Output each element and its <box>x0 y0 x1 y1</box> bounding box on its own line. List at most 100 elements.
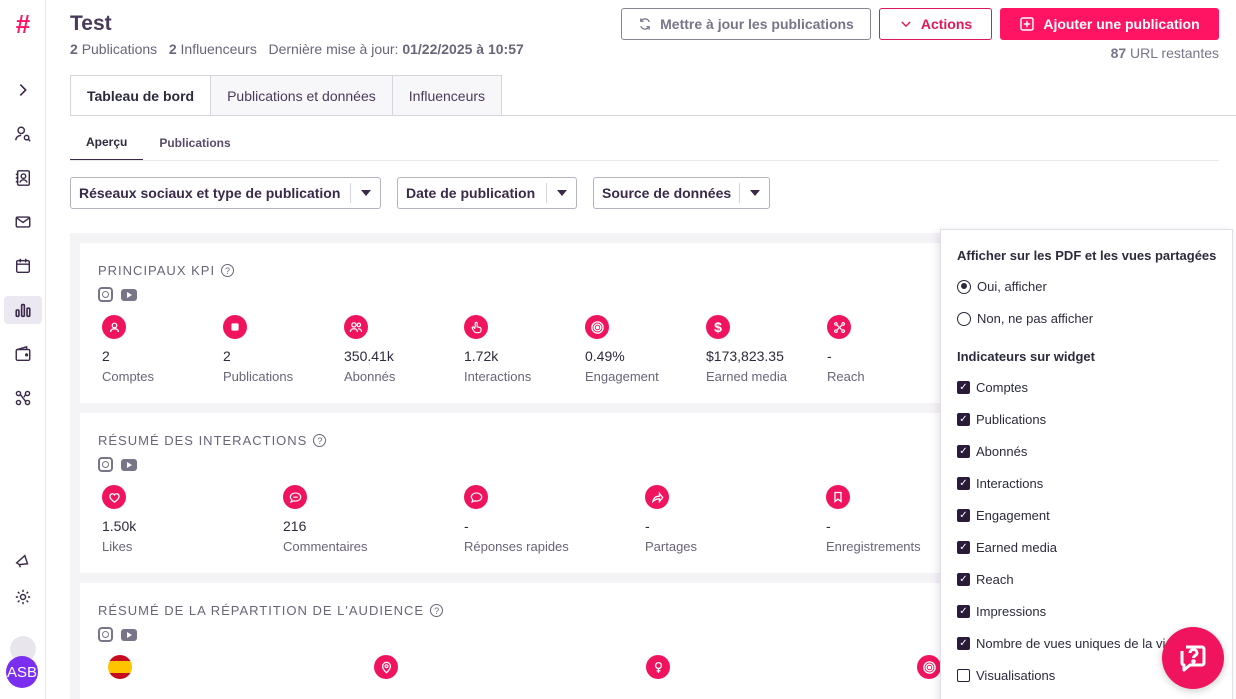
social-icons <box>98 457 137 472</box>
indicator-label: Abonnés <box>976 444 1028 459</box>
reach-icon <box>827 315 851 339</box>
indicator-visualisations[interactable]: Visualisations <box>957 668 1055 683</box>
user-search-icon[interactable] <box>9 120 37 148</box>
help-icon[interactable]: ? <box>313 434 327 447</box>
subtab-overview[interactable]: Aperçu <box>70 124 144 161</box>
quick-reply-icon <box>464 485 488 509</box>
checkbox-checked-icon[interactable]: ✓ <box>957 541 970 554</box>
refresh-icon <box>640 18 650 30</box>
radio-unselected-icon[interactable] <box>957 311 971 326</box>
indicator-engagement[interactable]: ✓ Engagement <box>957 508 1050 523</box>
expand-icon[interactable] <box>9 76 37 104</box>
tab-publications-data[interactable]: Publications et données <box>211 75 393 116</box>
metric-label: Comptes <box>102 369 155 384</box>
interactions-card: RÉSUMÉ DES INTERACTIONS ? 1.50k Likes 21… <box>80 413 940 573</box>
indicator-comptes[interactable]: ✓ Comptes <box>957 380 1028 395</box>
square-icon <box>223 315 247 339</box>
metric-label: Publications <box>223 369 294 384</box>
calendar-icon[interactable] <box>9 252 37 280</box>
social-icons <box>98 287 137 302</box>
avatar[interactable]: ASB <box>6 656 38 688</box>
dashboard-area: PRINCIPAUX KPI ? 2 Comptes 2 Publication… <box>70 233 950 699</box>
users-icon <box>344 315 368 339</box>
add-button-label: Ajouter une publication <box>1043 16 1200 32</box>
sub-tabs: Aperçu Publications <box>70 124 247 161</box>
metric-engagement: 0.49% Engagement <box>585 315 705 384</box>
filter-publication-date[interactable]: Date de publication <box>397 177 577 209</box>
interactions-card-title: RÉSUMÉ DES INTERACTIONS ? <box>98 433 327 448</box>
filter-social-networks[interactable]: Réseaux sociaux et type de publication <box>70 177 381 209</box>
tab-influencers[interactable]: Influenceurs <box>392 75 503 116</box>
subtabs-divider <box>70 160 1219 161</box>
metric-label: Enregistrements <box>826 539 921 554</box>
indicator-earned-media[interactable]: ✓ Earned media <box>957 540 1057 555</box>
metric-value: 0.49% <box>585 348 625 364</box>
checkbox-unchecked-icon[interactable] <box>957 669 970 682</box>
checkbox-checked-icon[interactable]: ✓ <box>957 413 970 426</box>
checkbox-checked-icon[interactable]: ✓ <box>957 509 970 522</box>
actions-button-label: Actions <box>920 16 973 32</box>
brand-logo[interactable]: # <box>9 10 37 38</box>
checkbox-checked-icon[interactable]: ✓ <box>957 573 970 586</box>
page-meta: 2 Publications 2 Influenceurs Dernière m… <box>70 41 524 57</box>
help-icon[interactable]: ? <box>221 264 235 277</box>
indicator-unique-views[interactable]: ✓ Nombre de vues uniques de la vi <box>957 636 1165 651</box>
main-tabs: Tableau de bord Publications et données … <box>70 75 503 116</box>
indicator-publications[interactable]: ✓ Publications <box>957 412 1046 427</box>
indicator-label: Comptes <box>976 380 1029 395</box>
radio-show-yes[interactable]: Oui, afficher <box>957 279 1047 294</box>
mail-icon[interactable] <box>9 208 37 236</box>
metric-reach: - Reach <box>827 315 947 384</box>
gender-female-icon <box>646 655 670 679</box>
megaphone-icon[interactable] <box>9 547 37 575</box>
last-update-value: 01/22/2025 à 10:57 <box>402 41 524 57</box>
indicator-impressions[interactable]: ✓ Impressions <box>957 604 1046 619</box>
help-chat-icon <box>1180 645 1206 672</box>
metric-label: Commentaires <box>283 539 368 554</box>
bar-chart-icon[interactable] <box>4 296 42 324</box>
influencers-count: 2 <box>168 41 177 57</box>
filter-publication-date-label: Date de publication <box>406 185 536 201</box>
help-chat-button[interactable] <box>1162 627 1224 689</box>
metric-value: - <box>645 518 650 534</box>
settings-icon[interactable] <box>9 583 37 611</box>
checkbox-checked-icon[interactable]: ✓ <box>957 477 970 490</box>
sidebar: # ASB <box>0 0 46 699</box>
checkbox-checked-icon[interactable]: ✓ <box>957 381 970 394</box>
metric-label: Réponses rapides <box>464 539 569 554</box>
indicator-label: Nombre de vues uniques de la vi <box>976 636 1166 651</box>
tab-dashboard[interactable]: Tableau de bord <box>70 75 212 116</box>
metric-abonnes: 350.41k Abonnés <box>344 315 464 384</box>
dollar-icon: $ <box>706 315 730 339</box>
checkbox-checked-icon[interactable]: ✓ <box>957 605 970 618</box>
radio-show-no[interactable]: Non, ne pas afficher <box>957 311 1093 326</box>
subtab-publications[interactable]: Publications <box>143 124 246 161</box>
metric-likes: 1.50k Likes <box>102 485 222 554</box>
indicator-label: Visualisations <box>976 668 1056 683</box>
add-publication-button[interactable]: Ajouter une publication <box>1000 8 1219 40</box>
metric-interactions: 1.72k Interactions <box>464 315 584 384</box>
location-pin-icon <box>374 655 398 679</box>
help-icon[interactable]: ? <box>430 604 444 617</box>
contacts-icon[interactable] <box>9 164 37 192</box>
metric-value: - <box>827 348 832 364</box>
wallet-icon[interactable] <box>9 340 37 368</box>
metric-value: $173,823.35 <box>706 348 784 364</box>
metric-comments: 216 Commentaires <box>283 485 403 554</box>
indicator-abonnes[interactable]: ✓ Abonnés <box>957 444 1027 459</box>
youtube-icon <box>121 289 137 301</box>
actions-button[interactable]: Actions <box>879 8 992 40</box>
update-publications-button[interactable]: Mettre à jour les publications <box>621 8 871 40</box>
indicator-reach[interactable]: ✓ Reach <box>957 572 1014 587</box>
caret-down-icon <box>351 190 380 196</box>
metric-label: Earned media <box>706 369 787 384</box>
radio-selected-icon[interactable] <box>957 279 971 294</box>
filter-data-source[interactable]: Source de données <box>593 177 770 209</box>
network-icon[interactable] <box>9 384 37 412</box>
checkbox-checked-icon[interactable]: ✓ <box>957 637 970 650</box>
indicator-interactions[interactable]: ✓ Interactions <box>957 476 1043 491</box>
metric-value: - <box>826 518 831 534</box>
metric-label: Likes <box>102 539 133 554</box>
checkbox-checked-icon[interactable]: ✓ <box>957 445 970 458</box>
caret-down-icon <box>740 190 769 196</box>
